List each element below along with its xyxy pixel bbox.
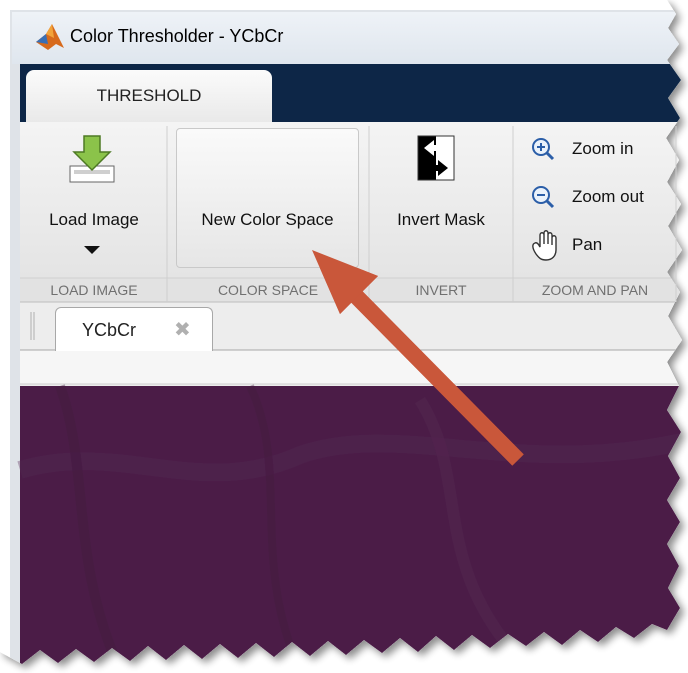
section-invert: INVERT xyxy=(415,282,467,298)
pan-button[interactable]: Pan xyxy=(528,228,668,260)
document-tab-label: YCbCr xyxy=(82,320,137,340)
section-load-image: LOAD IMAGE xyxy=(50,282,138,298)
zoom-out-label: Zoom out xyxy=(572,187,644,206)
new-color-space-label: New Color Space xyxy=(201,210,334,229)
section-color-space: COLOR SPACE xyxy=(217,282,319,298)
invert-mask-label: Invert Mask xyxy=(397,210,485,229)
new-color-space-button[interactable]: New Color Space xyxy=(176,128,359,268)
image-area xyxy=(20,386,682,664)
pan-label: Pan xyxy=(572,235,603,254)
load-image-label: Load Image xyxy=(49,210,139,229)
invert-mask-button[interactable]: Invert Mask xyxy=(374,128,508,268)
tab-threshold[interactable]: THRESHOLD xyxy=(26,70,272,122)
zoom-in-label: Zoom in xyxy=(572,139,634,158)
app-icon-hit xyxy=(36,24,64,52)
load-image-button[interactable]: Load Image xyxy=(26,128,162,268)
zoom-out-button[interactable]: Zoom out xyxy=(528,182,668,214)
zoom-in-button[interactable]: Zoom in xyxy=(528,134,668,166)
section-zoom-pan: ZOOM AND PAN xyxy=(541,282,649,298)
tab-threshold-label: THRESHOLD xyxy=(96,86,202,105)
close-icon[interactable]: ✖ xyxy=(174,317,191,342)
window-title: Color Thresholder - YCbCr xyxy=(70,26,284,46)
